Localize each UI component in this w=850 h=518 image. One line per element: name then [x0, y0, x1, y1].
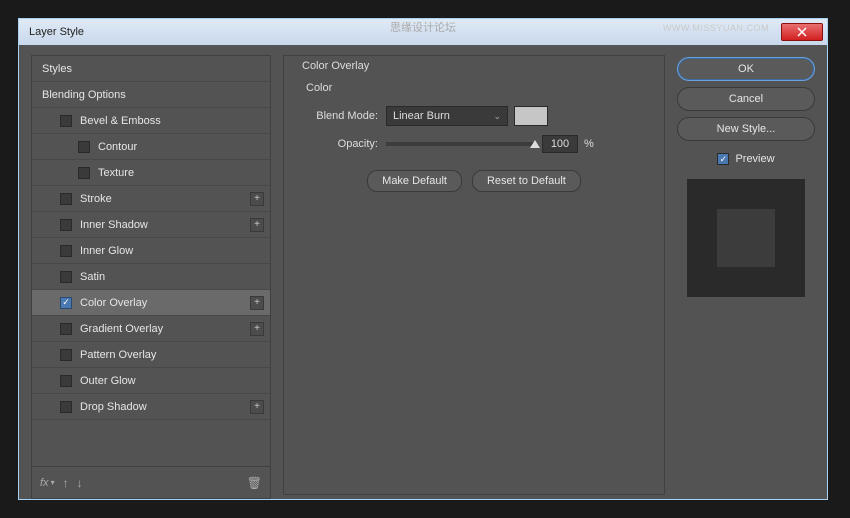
arrow-down-icon[interactable]: ↓ [77, 476, 83, 490]
add-icon[interactable]: + [250, 218, 264, 232]
style-inner-shadow[interactable]: Inner Shadow+ [32, 212, 270, 238]
slider-thumb[interactable] [530, 140, 540, 148]
checkbox[interactable] [60, 245, 72, 257]
checkbox[interactable] [60, 323, 72, 335]
style-contour[interactable]: Contour [32, 134, 270, 160]
add-icon[interactable]: + [250, 322, 264, 336]
blend-mode-label: Blend Mode: [298, 110, 386, 122]
color-group: Color Blend Mode: Linear Burn ⌄ Opacity: [292, 80, 656, 194]
close-button[interactable] [781, 23, 823, 41]
style-pattern-overlay[interactable]: Pattern Overlay [32, 342, 270, 368]
style-color-overlay[interactable]: Color Overlay+ [32, 290, 270, 316]
blend-mode-select[interactable]: Linear Burn ⌄ [386, 106, 508, 126]
preview-checkbox[interactable] [717, 153, 729, 165]
window-title: Layer Style [29, 26, 84, 38]
checkbox[interactable] [60, 297, 72, 309]
ok-button[interactable]: OK [677, 57, 815, 81]
opacity-label: Opacity: [298, 138, 386, 150]
checkbox[interactable] [78, 141, 90, 153]
styles-list: Styles Blending Options Bevel & Emboss C… [32, 56, 270, 466]
sidebar-blending-options[interactable]: Blending Options [32, 82, 270, 108]
checkbox[interactable] [60, 115, 72, 127]
fx-menu-icon[interactable]: fx▾ [40, 477, 55, 489]
styles-sidebar: Styles Blending Options Bevel & Emboss C… [31, 55, 271, 499]
arrow-up-icon[interactable]: ↑ [63, 476, 69, 490]
add-icon[interactable]: + [250, 296, 264, 310]
sidebar-styles-header[interactable]: Styles [32, 56, 270, 82]
cancel-button[interactable]: Cancel [677, 87, 815, 111]
sidebar-footer: fx▾ ↑ ↓ 🗑 [32, 466, 270, 498]
opacity-slider[interactable] [386, 142, 534, 146]
dialog-buttons: OK Cancel New Style... Preview [677, 55, 815, 499]
checkbox[interactable] [60, 271, 72, 283]
checkbox[interactable] [78, 167, 90, 179]
style-texture[interactable]: Texture [32, 160, 270, 186]
chevron-down-icon: ⌄ [493, 111, 501, 122]
style-stroke[interactable]: Stroke+ [32, 186, 270, 212]
opacity-unit: % [584, 138, 594, 150]
checkbox[interactable] [60, 375, 72, 387]
style-satin[interactable]: Satin [32, 264, 270, 290]
checkbox[interactable] [60, 349, 72, 361]
add-icon[interactable]: + [250, 192, 264, 206]
trash-icon[interactable]: 🗑 [247, 476, 262, 490]
close-icon [797, 27, 807, 37]
preview-toggle[interactable]: Preview [677, 153, 815, 165]
layer-style-dialog: 思缘设计论坛 WWW.MISSYUAN.COM Layer Style Styl… [18, 18, 828, 500]
panel-title: Color Overlay [298, 60, 373, 72]
preview-thumbnail [687, 179, 805, 297]
style-outer-glow[interactable]: Outer Glow [32, 368, 270, 394]
style-drop-shadow[interactable]: Drop Shadow+ [32, 394, 270, 420]
color-swatch[interactable] [514, 106, 548, 126]
checkbox[interactable] [60, 193, 72, 205]
reset-default-button[interactable]: Reset to Default [472, 170, 581, 192]
make-default-button[interactable]: Make Default [367, 170, 462, 192]
style-gradient-overlay[interactable]: Gradient Overlay+ [32, 316, 270, 342]
style-inner-glow[interactable]: Inner Glow [32, 238, 270, 264]
style-bevel-emboss[interactable]: Bevel & Emboss [32, 108, 270, 134]
group-title: Color [302, 82, 336, 94]
opacity-input[interactable] [542, 135, 578, 153]
checkbox[interactable] [60, 401, 72, 413]
new-style-button[interactable]: New Style... [677, 117, 815, 141]
add-icon[interactable]: + [250, 400, 264, 414]
titlebar: Layer Style [19, 19, 827, 45]
checkbox[interactable] [60, 219, 72, 231]
settings-panel: Color Overlay Color Blend Mode: Linear B… [283, 55, 665, 495]
